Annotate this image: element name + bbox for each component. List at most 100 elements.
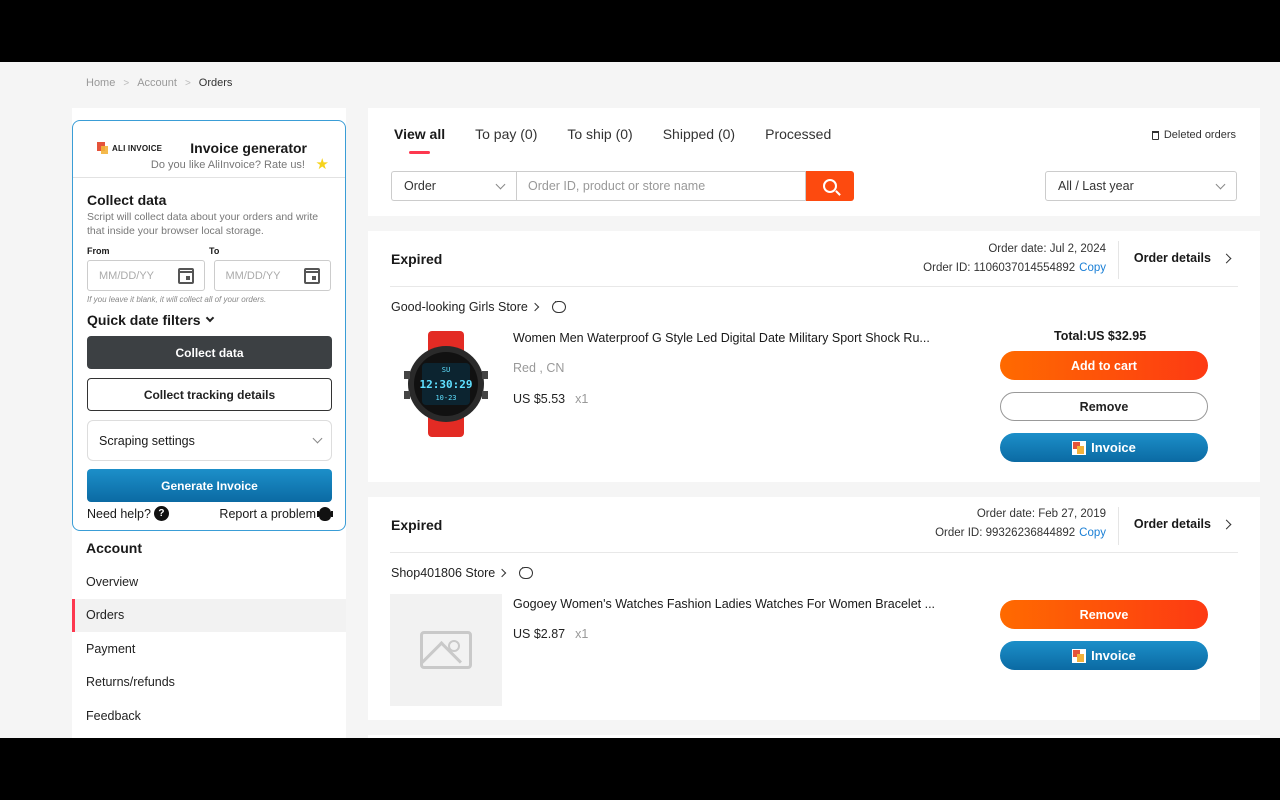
divider <box>390 552 1238 553</box>
order-status: Expired <box>391 517 443 533</box>
menu-item-payment[interactable]: Payment <box>72 632 346 666</box>
menu-item-returns[interactable]: Returns/refunds <box>72 666 346 700</box>
order-card: Expired Order date: Feb 27, 2019 Order I… <box>368 497 1260 720</box>
from-date-input[interactable]: MM/DD/YY <box>87 260 205 291</box>
breadcrumb-home[interactable]: Home <box>86 77 115 89</box>
chevron-down-icon <box>312 433 323 444</box>
order-search: Order Order ID, product or store name <box>391 171 854 201</box>
to-label: To <box>209 246 220 256</box>
extension-title: Invoice generator <box>190 140 307 156</box>
orders-filter-card: View all To pay (0) To ship (0) Shipped … <box>368 108 1260 216</box>
tab-processed[interactable]: Processed <box>765 126 831 142</box>
search-input[interactable]: Order ID, product or store name <box>516 171 806 201</box>
date-range: MM/DD/YY MM/DD/YY <box>87 260 331 291</box>
image-placeholder-icon <box>420 631 472 669</box>
extension-header: ALI INVOICE Invoice generator Do you lik… <box>87 121 331 177</box>
breadcrumb-separator: > <box>123 77 130 89</box>
product-price: US $5.53 x1 <box>513 392 589 406</box>
product-title[interactable]: Gogoey Women's Watches Fashion Ladies Wa… <box>513 597 953 611</box>
product-image[interactable]: SU 12:30:29 10-23 <box>404 331 488 437</box>
product-quantity: x1 <box>575 627 589 641</box>
report-problem-link[interactable]: Report a problem <box>219 506 333 521</box>
order-date: Order date: Feb 27, 2019 <box>976 508 1106 520</box>
question-icon: ? <box>153 506 169 521</box>
chevron-down-icon <box>205 313 214 323</box>
aliinvoice-logo-icon <box>97 142 108 154</box>
order-card: Expired Order date: Jul 2, 2024 Order ID… <box>368 231 1260 482</box>
chat-icon[interactable] <box>551 296 566 313</box>
collect-data-button[interactable]: Collect data <box>87 336 332 369</box>
order-id: Order ID: 99326236844892 <box>935 527 1076 539</box>
tab-shipped[interactable]: Shipped (0) <box>663 126 735 142</box>
copy-order-id-link[interactable]: Copy <box>1079 527 1106 539</box>
generate-invoice-button[interactable]: Generate Invoice <box>87 469 332 502</box>
divider <box>73 177 345 178</box>
search-type-select[interactable]: Order <box>391 171 516 201</box>
order-details-link[interactable]: Order details <box>1134 517 1232 531</box>
from-label: From <box>87 246 110 256</box>
menu-item-orders[interactable]: Orders <box>72 598 346 632</box>
star-icon[interactable]: ★ <box>316 155 329 173</box>
need-help-link[interactable]: Need help? ? <box>87 506 169 521</box>
trash-icon <box>1151 130 1159 140</box>
chevron-down-icon <box>1215 179 1226 189</box>
order-details-link[interactable]: Order details <box>1134 251 1232 265</box>
tab-to-ship[interactable]: To ship (0) <box>567 126 632 142</box>
product-image-placeholder[interactable] <box>390 594 502 706</box>
watch-display-date: 10-23 <box>435 394 456 402</box>
collect-data-title: Collect data <box>87 192 167 208</box>
order-id: Order ID: 1106037014554892 <box>923 262 1076 274</box>
store-link[interactable]: Good-looking Girls Store <box>391 296 566 314</box>
product-price: US $2.87 x1 <box>513 627 589 641</box>
product-title[interactable]: Women Men Waterproof G Style Led Digital… <box>513 331 953 345</box>
extension-footer: Need help? ? Report a problem <box>87 506 333 521</box>
remove-button[interactable]: Remove <box>1000 600 1208 629</box>
chevron-down-icon <box>495 179 506 189</box>
invoice-button[interactable]: Invoice <box>1000 433 1208 462</box>
order-date: Order date: Jul 2, 2024 <box>988 243 1106 255</box>
order-meta: Order date: Feb 27, 2019 Order ID: 99326… <box>935 505 1106 543</box>
watch-display-top: SU <box>442 366 450 374</box>
divider <box>1118 241 1119 279</box>
remove-button[interactable]: Remove <box>1000 392 1208 421</box>
breadcrumb-separator: > <box>184 77 191 89</box>
menu-item-feedback[interactable]: Feedback <box>72 699 346 733</box>
page-viewport: Home > Account > Orders ALI INVOICE Invo… <box>0 62 1280 738</box>
collect-data-description: Script will collect data about your orde… <box>87 211 319 237</box>
search-button[interactable] <box>806 171 854 201</box>
calendar-icon[interactable] <box>304 267 320 284</box>
scraping-settings-dropdown[interactable]: Scraping settings <box>87 420 332 461</box>
quick-date-filters-toggle[interactable]: Quick date filters <box>87 312 331 328</box>
period-select[interactable]: All / Last year <box>1045 171 1237 201</box>
product-attributes: Red , CN <box>513 361 565 375</box>
menu-item-overview[interactable]: Overview <box>72 565 346 599</box>
deleted-orders-link[interactable]: Deleted orders <box>1151 129 1236 141</box>
account-menu: Overview Orders Payment Returns/refunds … <box>72 565 346 733</box>
chevron-right-icon <box>498 568 507 578</box>
tab-to-pay[interactable]: To pay (0) <box>475 126 537 142</box>
chevron-right-icon <box>530 302 540 312</box>
aliinvoice-logo: ALI INVOICE <box>97 142 162 154</box>
order-total: Total:US $32.95 <box>1054 329 1147 343</box>
product-quantity: x1 <box>575 392 589 406</box>
collect-tracking-button[interactable]: Collect tracking details <box>87 378 332 411</box>
aliinvoice-logo-icon <box>1072 440 1087 455</box>
to-date-input[interactable]: MM/DD/YY <box>213 260 331 291</box>
order-card <box>368 735 1260 738</box>
tab-view-all[interactable]: View all <box>394 126 445 154</box>
invoice-button[interactable]: Invoice <box>1000 641 1208 670</box>
add-to-cart-button[interactable]: Add to cart <box>1000 351 1208 380</box>
breadcrumb: Home > Account > Orders <box>86 77 232 89</box>
store-link[interactable]: Shop401806 Store <box>391 562 534 580</box>
calendar-icon[interactable] <box>177 267 194 284</box>
copy-order-id-link[interactable]: Copy <box>1079 262 1106 274</box>
date-labels: From To <box>87 246 331 256</box>
account-title: Account <box>86 540 142 556</box>
chevron-right-icon <box>1221 253 1232 263</box>
breadcrumb-account[interactable]: Account <box>137 77 177 89</box>
order-meta: Order date: Jul 2, 2024 Order ID: 110603… <box>923 240 1106 278</box>
watch-display-time: 12:30:29 <box>420 378 473 391</box>
breadcrumb-orders: Orders <box>198 77 233 89</box>
rate-us-link[interactable]: Do you like AliInvoice? Rate us! <box>151 159 305 171</box>
chat-icon[interactable] <box>519 562 534 579</box>
